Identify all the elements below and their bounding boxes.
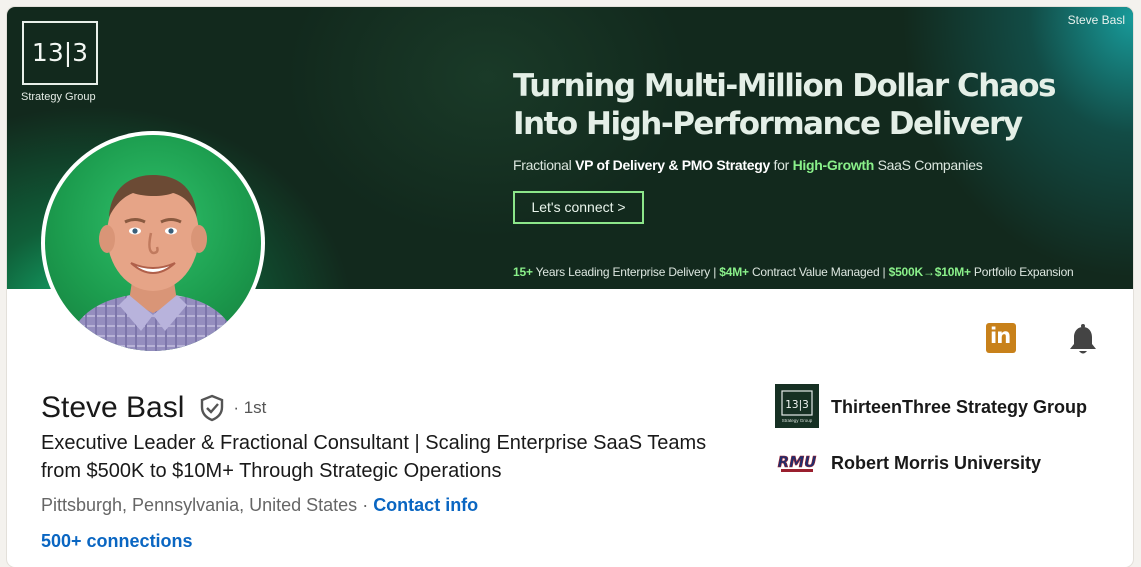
connections-link[interactable]: 500+ connections bbox=[41, 531, 193, 552]
linkedin-icon[interactable]: in bbox=[986, 323, 1016, 353]
banner-headline-line1: Turning Multi-Million Dollar Chaos bbox=[513, 68, 1056, 104]
tagline-part5: SaaS Companies bbox=[874, 157, 983, 173]
stat-years: 15+ bbox=[513, 265, 533, 279]
stat-contract: $4M+ bbox=[719, 265, 749, 279]
linkedin-icon-text: in bbox=[990, 324, 1011, 348]
connection-degree: · 1st bbox=[233, 398, 267, 417]
tagline-highlight: High-Growth bbox=[792, 157, 875, 173]
contact-info-link[interactable]: Contact info bbox=[373, 495, 478, 515]
stat-years-label: Years Leading Enterprise Delivery | bbox=[532, 265, 720, 279]
location-row: Pittsburgh, Pennsylvania, United States … bbox=[41, 495, 478, 516]
verified-shield-icon[interactable] bbox=[199, 394, 225, 422]
banner-tagline: Fractional VP of Delivery & PMO Strategy… bbox=[513, 157, 983, 173]
banner-logo: 13|3 bbox=[22, 21, 98, 85]
tagline-part3: for bbox=[769, 157, 793, 173]
separator: · bbox=[357, 495, 374, 515]
company-logo-icon: 13|3 Strategy Group bbox=[775, 384, 819, 428]
profile-name: Steve Basl bbox=[41, 391, 185, 424]
profile-headline: Executive Leader & Fractional Consultant… bbox=[41, 432, 707, 482]
banner-stats: 15+ Years Leading Enterprise Delivery | … bbox=[513, 265, 1074, 279]
school-name: Robert Morris University bbox=[831, 453, 1042, 473]
school-logo-text: RMU bbox=[778, 453, 817, 471]
stat-portfolio: $500K→$10M+ bbox=[888, 265, 971, 279]
person-photo-icon bbox=[65, 175, 241, 351]
banner-headline-line2: Into High-Performance Delivery bbox=[513, 106, 1023, 142]
banner-headline: Turning Multi-Million Dollar Chaos Into … bbox=[513, 67, 1056, 143]
banner-logo-subtitle: Strategy Group bbox=[21, 91, 96, 103]
profile-photo[interactable] bbox=[41, 131, 265, 355]
banner-name: Steve Basl bbox=[1067, 13, 1125, 27]
company-logo-text: 13|3 bbox=[785, 399, 809, 411]
profile-name-row: Steve Basl · 1st bbox=[41, 391, 266, 431]
bell-icon[interactable] bbox=[1068, 324, 1098, 356]
company-logo-subtext: Strategy Group bbox=[782, 418, 813, 423]
tagline-role: VP of Delivery & PMO Strategy bbox=[575, 157, 770, 173]
profile-card: 13|3 Strategy Group Steve Basl Turning M… bbox=[7, 7, 1133, 567]
company-name: ThirteenThree Strategy Group bbox=[831, 397, 1088, 417]
avatar bbox=[45, 135, 261, 351]
school-logo-icon: RMU bbox=[777, 453, 817, 472]
lets-connect-button[interactable]: Let's connect > bbox=[513, 191, 644, 224]
stat-portfolio-label: Portfolio Expansion bbox=[970, 265, 1074, 279]
stat-contract-label: Contract Value Managed | bbox=[748, 265, 889, 279]
tagline-part1: Fractional bbox=[513, 157, 576, 173]
profile-location: Pittsburgh, Pennsylvania, United States bbox=[41, 495, 358, 515]
